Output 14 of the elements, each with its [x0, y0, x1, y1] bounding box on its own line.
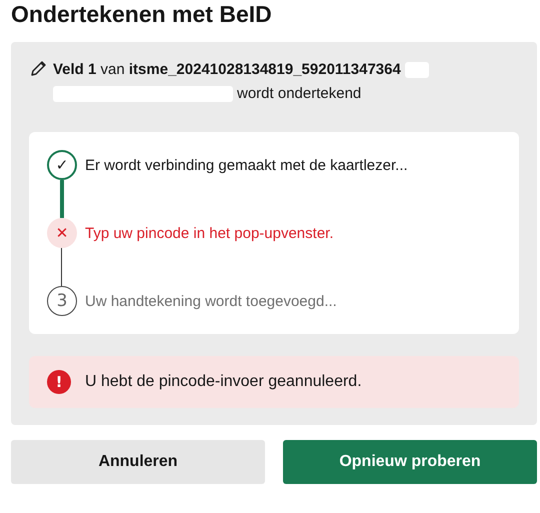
- cancel-button[interactable]: Annuleren: [11, 440, 265, 484]
- step-marker: 3: [47, 286, 77, 316]
- error-icon: !: [47, 370, 71, 394]
- step-marker: ✕: [47, 218, 77, 248]
- step-marker: ✓: [47, 150, 77, 180]
- dialog-title: Ondertekenen met BeID: [10, 0, 273, 28]
- retry-button[interactable]: Opnieuw proberen: [283, 440, 537, 484]
- pencil-icon: [29, 60, 47, 78]
- step-text: Er wordt verbinding gemaakt met de kaartlezer...: [85, 156, 408, 174]
- field-description: Veld 1 van itsme_20241028134819_592011347364 wordt ondertekend: [53, 58, 519, 106]
- step-text: Typ uw pincode in het pop-upvenster.: [85, 224, 334, 242]
- alert-text: U hebt de pincode-invoer geannuleerd.: [85, 373, 362, 391]
- step-connector: [61, 248, 62, 286]
- step-text: Uw handtekening wordt toegevoegd...: [85, 292, 337, 310]
